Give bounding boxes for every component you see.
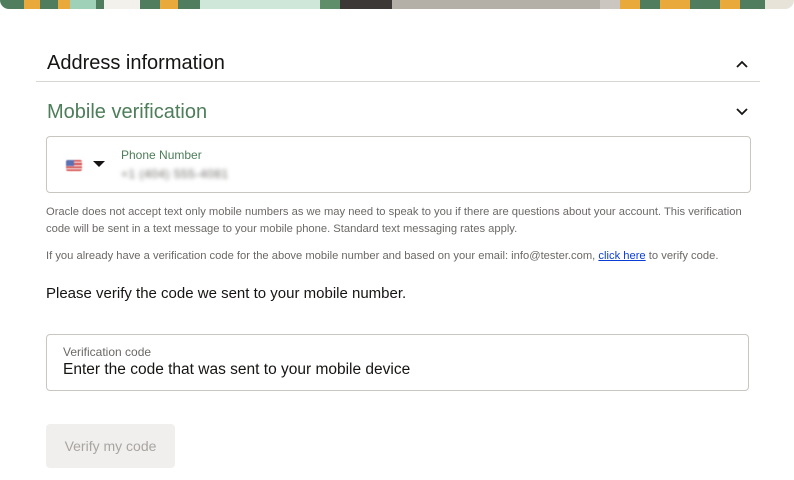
phone-number-field[interactable]	[46, 136, 751, 193]
mobile-section-title: Mobile verification	[47, 100, 208, 123]
mobile-section-header[interactable]: Mobile verification	[36, 95, 760, 129]
existing-code-text-after: to verify code.	[648, 250, 719, 262]
verification-code-input[interactable]	[63, 359, 733, 381]
header-banner-image	[0, 0, 794, 9]
phone-number-label: Phone Number	[121, 148, 202, 162]
verify-code-button[interactable]: Verify my code	[46, 424, 175, 468]
verification-code-label: Verification code	[63, 345, 152, 359]
us-flag-icon[interactable]	[66, 160, 82, 171]
click-here-link[interactable]: click here	[598, 250, 645, 262]
address-section-title: Address information	[47, 52, 225, 74]
address-section-header[interactable]: Address information	[36, 46, 760, 82]
verification-help-text: Oracle does not accept text only mobile …	[46, 206, 742, 235]
chevron-down-icon[interactable]	[734, 104, 750, 120]
verify-instruction: Please verify the code we sent to your m…	[46, 285, 407, 302]
existing-code-text-before: If you already have a verification code …	[46, 250, 596, 262]
phone-number-value[interactable]: +1 (404) 555-4081	[121, 167, 229, 181]
chevron-up-icon[interactable]	[734, 56, 750, 72]
country-dropdown-icon[interactable]	[93, 161, 105, 167]
existing-code-help-text: If you already have a verification code …	[46, 248, 758, 265]
